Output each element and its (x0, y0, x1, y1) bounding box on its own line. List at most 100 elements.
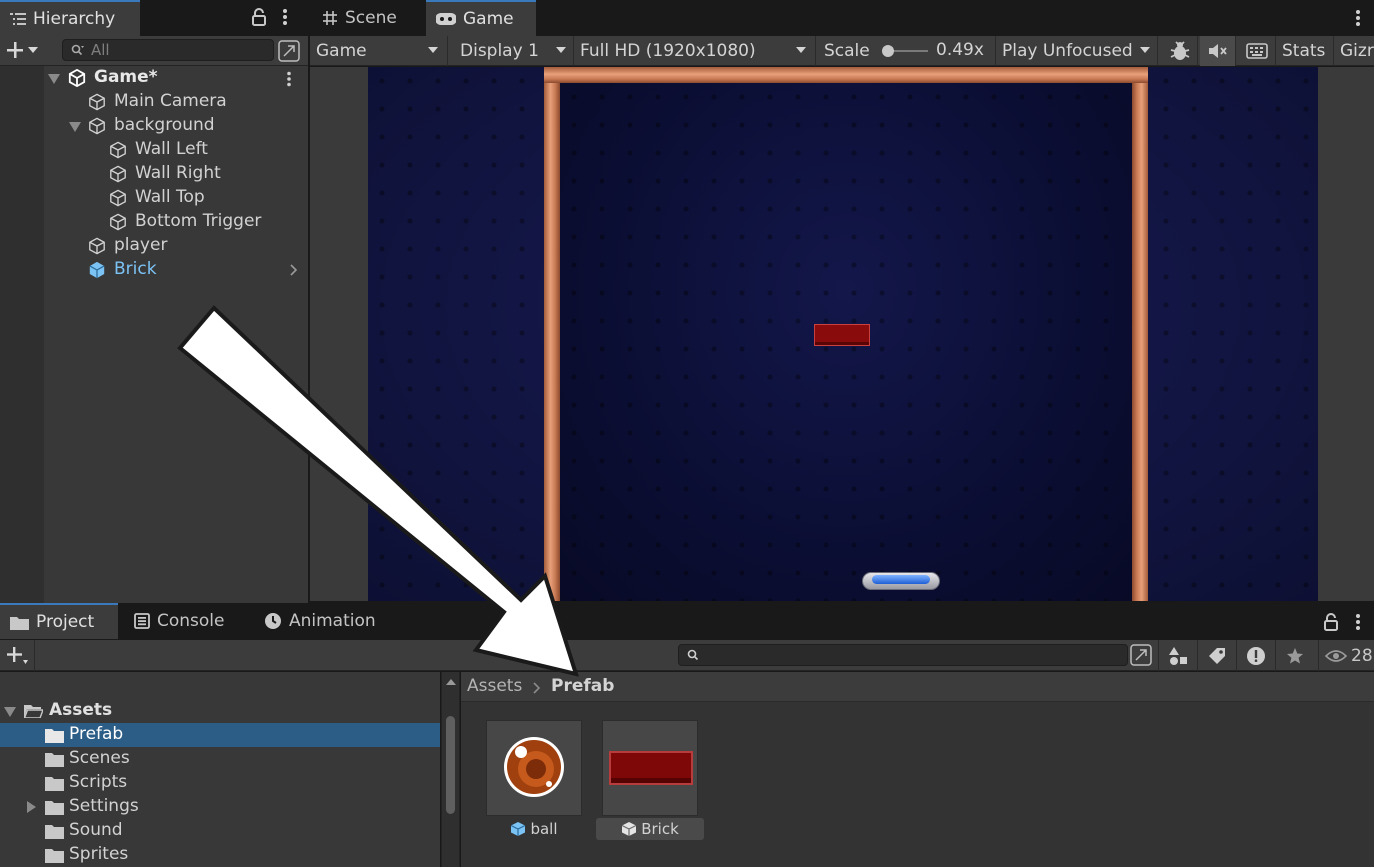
chevron-down-icon (428, 47, 438, 53)
view-kebab-menu-icon[interactable] (1355, 9, 1361, 27)
mute-audio-toggle[interactable] (1200, 36, 1236, 66)
hierarchy-item[interactable]: Main Camera (0, 90, 306, 114)
game-mode-label: Game (316, 41, 367, 61)
visibility-count-value: 28 (1351, 645, 1373, 666)
filter-by-type-button[interactable] (1158, 640, 1196, 671)
open-in-window-icon[interactable] (278, 40, 300, 62)
hierarchy-item[interactable]: Wall Left (0, 138, 306, 162)
favorite-star-icon (1286, 647, 1303, 663)
scene-kebab-menu-icon[interactable] (286, 71, 292, 87)
hierarchy-item[interactable]: background (0, 114, 306, 138)
hierarchy-scene-row[interactable]: Game* (0, 66, 306, 90)
chevron-down-icon (556, 47, 566, 53)
hierarchy-toolbar: All (0, 36, 308, 66)
foldout-expanded-icon[interactable] (4, 706, 16, 718)
project-toolbar: 28 (0, 640, 1374, 671)
tree-item-assets[interactable]: Assets (0, 699, 440, 723)
tab-game[interactable]: Game (426, 0, 536, 36)
hierarchy-item[interactable]: player (0, 234, 306, 258)
tree-item-label: Sprites (69, 844, 129, 864)
chevron-down-icon (796, 47, 806, 53)
gameobject-cube-icon (89, 93, 105, 111)
tree-item-folder[interactable]: Sprites (0, 843, 440, 867)
view-tab-bar: Scene Game (310, 0, 1374, 36)
search-in-window-icon[interactable] (1130, 644, 1152, 666)
prefab-cube-icon (89, 261, 105, 279)
project-folder-tree: Assets Prefab Scenes Scripts Settings Sound S… (0, 672, 440, 867)
tree-item-folder[interactable]: Scenes (0, 747, 440, 771)
tree-scrollbar[interactable] (441, 672, 460, 867)
hierarchy-item-label: Bottom Trigger (135, 211, 262, 231)
foldout-collapsed-icon[interactable] (26, 801, 36, 813)
foldout-expanded-icon[interactable] (69, 121, 81, 133)
asset-label-ball[interactable]: ball (505, 818, 563, 840)
create-dropdown-button[interactable] (6, 41, 38, 59)
lock-icon[interactable] (252, 8, 266, 26)
stats-label: Stats (1282, 41, 1326, 61)
visibility-count[interactable]: 28 (1318, 640, 1373, 671)
filter-by-type-icon (1168, 646, 1187, 665)
hierarchy-item[interactable]: Wall Top (0, 186, 306, 210)
tab-game-label: Game (463, 9, 514, 29)
plus-icon (7, 647, 28, 664)
player-paddle-sprite (862, 572, 940, 590)
ball-thumbnail (504, 737, 564, 797)
save-search-favorite-button[interactable] (1275, 640, 1313, 671)
stats-button[interactable]: Stats (1276, 36, 1334, 66)
hierarchy-search-input[interactable]: All (62, 39, 274, 61)
resolution-dropdown[interactable]: Full HD (1920x1080) (574, 36, 816, 66)
tree-item-label: Assets (49, 700, 113, 720)
hierarchy-item[interactable]: Bottom Trigger (0, 210, 306, 234)
mute-audio-icon (1208, 44, 1227, 58)
tree-item-label: Settings (69, 796, 139, 816)
gameobject-cube-icon (110, 213, 126, 231)
asset-tile-brick[interactable] (602, 720, 698, 816)
project-search-input[interactable] (678, 644, 1128, 666)
tab-console-label: Console (157, 611, 225, 631)
tab-scene[interactable]: Scene (312, 0, 422, 36)
scrollbar-thumb[interactable] (446, 716, 455, 814)
tab-console[interactable]: Console (124, 603, 250, 639)
gamepad-icon (436, 13, 456, 25)
asset-tile-ball[interactable] (486, 720, 582, 816)
tree-item-folder[interactable]: Settings (0, 795, 440, 819)
game-canvas (368, 67, 1318, 601)
gizmos-button[interactable]: Gizr (1334, 36, 1374, 66)
chevron-right-icon[interactable] (290, 264, 298, 276)
breadcrumb-assets[interactable]: Assets (467, 676, 522, 696)
play-mode-dropdown[interactable]: Play Unfocused (996, 36, 1158, 66)
tab-project[interactable]: Project (0, 603, 118, 639)
game-view[interactable] (310, 67, 1374, 601)
bottom-tab-bar: Project Console Animation (0, 603, 1374, 640)
kebab-menu-icon[interactable] (282, 8, 288, 26)
kebab-menu-icon[interactable] (1355, 613, 1361, 631)
breadcrumb-separator-icon (533, 682, 541, 694)
filter-by-log-button[interactable] (1236, 640, 1274, 671)
tree-item-label: Sound (69, 820, 123, 840)
scale-control[interactable]: Scale 0.49x (818, 36, 996, 66)
scroll-up-icon[interactable] (446, 678, 456, 685)
hierarchy-item-label: Wall Right (135, 163, 221, 183)
tab-hierarchy-label: Hierarchy (33, 9, 116, 29)
foldout-expanded-icon[interactable] (48, 73, 60, 85)
tab-animation[interactable]: Animation (254, 603, 388, 639)
breadcrumb-prefab[interactable]: Prefab (551, 676, 614, 696)
tree-item-folder[interactable]: Prefab (0, 723, 440, 747)
shortcuts-toggle[interactable] (1238, 36, 1276, 66)
lock-icon[interactable] (1324, 613, 1338, 631)
gizmos-label: Gizr (1340, 41, 1374, 61)
hierarchy-item[interactable]: Brick (0, 258, 306, 282)
hierarchy-item-label: Main Camera (114, 91, 227, 111)
filter-by-label-button[interactable] (1197, 640, 1235, 671)
asset-label-brick[interactable]: Brick (596, 818, 704, 840)
tree-item-folder[interactable]: Scripts (0, 771, 440, 795)
game-mode-dropdown[interactable]: Game (310, 36, 448, 66)
display-dropdown[interactable]: Display 1 (454, 36, 574, 66)
prefab-cube-icon (621, 822, 637, 836)
tree-item-folder[interactable]: Sound (0, 819, 440, 843)
create-asset-button[interactable] (6, 646, 28, 666)
tab-hierarchy[interactable]: Hierarchy (0, 0, 140, 36)
frame-debugger-toggle[interactable] (1162, 36, 1198, 66)
scale-slider[interactable] (880, 43, 930, 59)
hierarchy-item[interactable]: Wall Right (0, 162, 306, 186)
